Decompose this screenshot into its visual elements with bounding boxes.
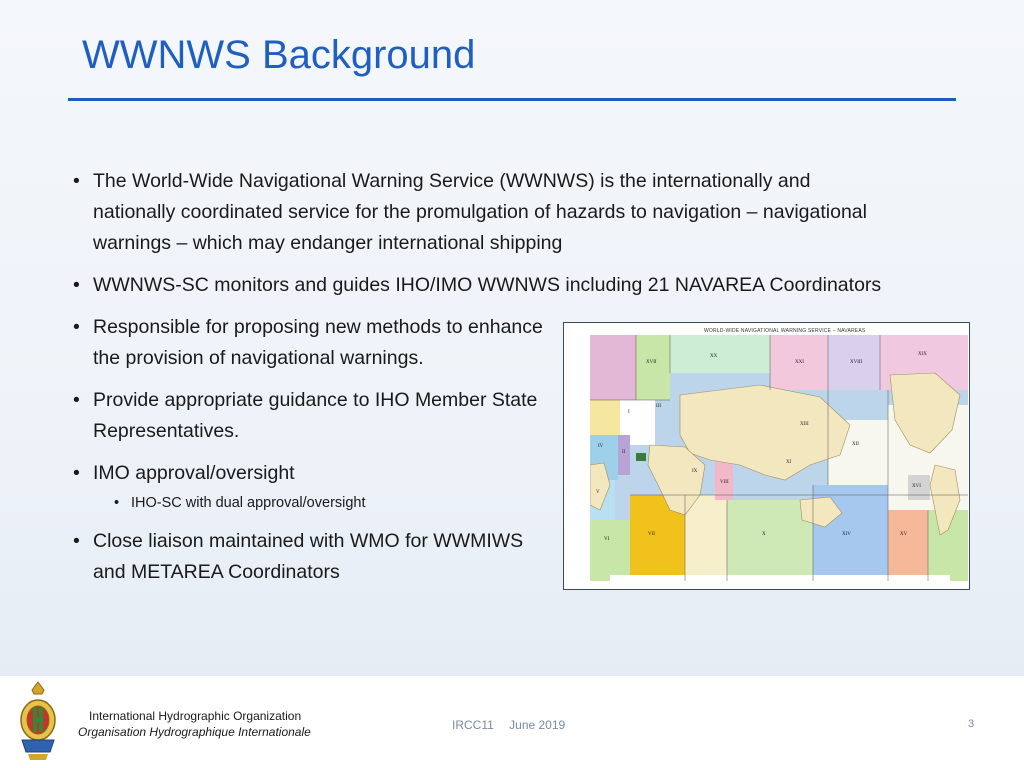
navarea-label: II (622, 450, 626, 455)
navarea-map-figure: WORLD-WIDE NAVIGATIONAL WARNING SERVICE … (563, 322, 970, 590)
bullet-item: WWNWS-SC monitors and guides IHO/IMO WWN… (70, 270, 890, 301)
bullet-item: Close liaison maintained with WMO for WW… (70, 526, 553, 588)
event-name: IRCC11 (452, 718, 494, 732)
event-date: June 2019 (509, 718, 566, 732)
navarea-map: XVII XX XXI XVIII XIX I II III IV V VI V… (590, 335, 968, 581)
navarea-zone (590, 520, 630, 581)
navarea-label: IV (598, 444, 604, 449)
slide: WWNWS Background The World-Wide Navigati… (0, 0, 1024, 768)
navarea-label: XVI (912, 484, 921, 489)
footer: International Hydrographic Organization … (0, 676, 1024, 768)
navarea-label: XII (852, 442, 859, 447)
title-underline (68, 98, 956, 101)
navarea-label: XX (710, 354, 718, 359)
navarea-zone (727, 500, 813, 581)
map-header: WORLD-WIDE NAVIGATIONAL WARNING SERVICE … (704, 328, 866, 334)
navarea-label: XI (786, 460, 792, 465)
navarea-label: VI (604, 537, 610, 542)
navarea-label: V (596, 490, 600, 495)
landmass-antarctica (610, 575, 950, 581)
page-number: 3 (968, 718, 975, 730)
bullet-item: IMO approval/oversight (70, 458, 553, 489)
navarea-label: III (656, 404, 661, 409)
bullet-item: The World-Wide Navigational Warning Serv… (70, 166, 890, 259)
bullet-item: Responsible for proposing new methods to… (70, 312, 553, 374)
navarea-zone (670, 335, 770, 373)
navarea-label: X (762, 532, 766, 537)
navarea-zone (685, 495, 727, 581)
navarea-label: XIX (918, 352, 927, 357)
iho-emblem-icon (20, 681, 56, 760)
navarea-zone (590, 400, 620, 440)
navarea-label: VII (648, 532, 655, 537)
navarea-zone (618, 435, 630, 475)
navarea-label: XV (900, 532, 908, 537)
navarea-label: VIII (720, 480, 729, 485)
org-name-french: Organisation Hydrographique Internationa… (78, 725, 311, 739)
org-name-english: International Hydrographic Organization (89, 709, 302, 723)
bullet-item: Provide appropriate guidance to IHO Memb… (70, 385, 553, 447)
navarea-zone (888, 510, 928, 581)
slide-title: WWNWS Background (82, 33, 476, 77)
navarea-label: XVII (646, 360, 657, 365)
navarea-label: XIV (842, 532, 851, 537)
navarea-zone (636, 335, 670, 400)
navarea-label: XVIII (850, 360, 863, 365)
navarea-label: IX (692, 469, 698, 474)
navarea-zone (590, 335, 636, 400)
navarea-zone (636, 453, 646, 461)
navarea-label: XIII (800, 422, 809, 427)
navarea-label: XXI (795, 360, 804, 365)
footer-event-info: IRCC11 June 2019 (452, 718, 565, 732)
